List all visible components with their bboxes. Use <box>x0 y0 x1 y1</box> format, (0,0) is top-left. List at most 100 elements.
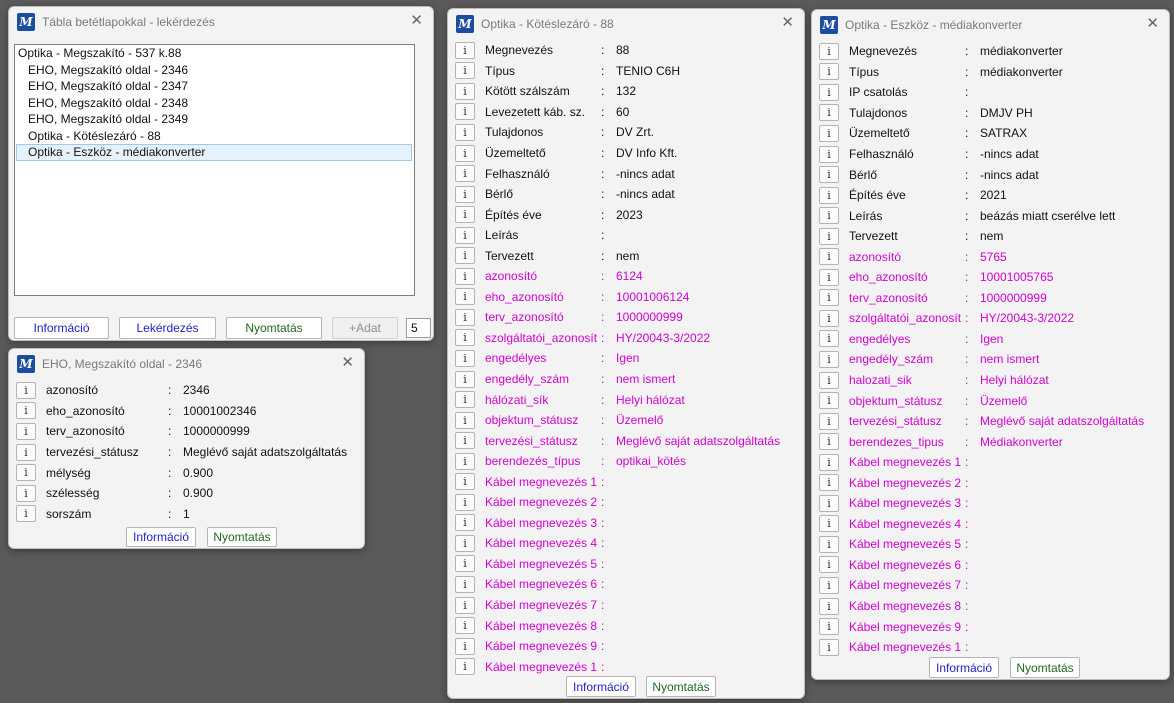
print-button[interactable]: Nyomtatás <box>646 676 716 697</box>
info-icon[interactable]: i <box>455 144 475 162</box>
info-icon[interactable]: i <box>16 422 36 440</box>
info-icon[interactable]: i <box>16 381 36 399</box>
info-icon[interactable]: i <box>455 62 475 80</box>
info-icon[interactable]: i <box>455 247 475 265</box>
title-bar[interactable]: M EHO, Megszakító oldal - 2346 ✕ <box>9 349 364 379</box>
list-item[interactable]: EHO, Megszakító oldal - 2347 <box>15 78 414 95</box>
info-icon[interactable]: i <box>819 474 839 492</box>
info-icon[interactable]: i <box>455 82 475 100</box>
info-icon[interactable]: i <box>455 329 475 347</box>
info-button[interactable]: Információ <box>14 317 109 339</box>
info-icon[interactable]: i <box>819 638 839 656</box>
list-item[interactable]: Optika - Eszköz - médiakonverter <box>16 144 412 161</box>
info-icon[interactable]: i <box>455 391 475 409</box>
info-icon[interactable]: i <box>819 309 839 327</box>
info-icon[interactable]: i <box>819 392 839 410</box>
attribute-label: Bérlő <box>849 167 878 182</box>
count-field[interactable]: 5 <box>406 318 431 338</box>
print-button[interactable]: Nyomtatás <box>1010 657 1080 678</box>
info-icon[interactable]: i <box>455 493 475 511</box>
info-icon[interactable]: i <box>16 505 36 523</box>
info-icon[interactable]: i <box>455 226 475 244</box>
info-icon[interactable]: i <box>819 556 839 574</box>
title-bar[interactable]: M Optika - Eszköz - médiakonverter ✕ <box>812 10 1169 40</box>
info-icon[interactable]: i <box>455 534 475 552</box>
attribute-separator: : <box>601 577 605 592</box>
close-icon[interactable]: ✕ <box>410 13 423 29</box>
info-icon[interactable]: i <box>455 432 475 450</box>
info-icon[interactable]: i <box>455 596 475 614</box>
info-icon[interactable]: i <box>819 453 839 471</box>
list-item[interactable]: EHO, Megszakító oldal - 2349 <box>15 111 414 128</box>
info-icon[interactable]: i <box>819 371 839 389</box>
info-icon[interactable]: i <box>16 464 36 482</box>
close-icon[interactable]: ✕ <box>341 355 354 371</box>
info-icon[interactable]: i <box>455 370 475 388</box>
info-icon[interactable]: i <box>819 227 839 245</box>
info-icon[interactable]: i <box>819 494 839 512</box>
info-icon[interactable]: i <box>819 330 839 348</box>
info-icon[interactable]: i <box>455 637 475 655</box>
info-icon[interactable]: i <box>455 123 475 141</box>
info-icon[interactable]: i <box>819 433 839 451</box>
info-icon[interactable]: i <box>819 618 839 636</box>
info-icon[interactable]: i <box>819 145 839 163</box>
list-item[interactable]: EHO, Megszakító oldal - 2348 <box>15 95 414 112</box>
info-icon[interactable]: i <box>819 104 839 122</box>
print-button[interactable]: Nyomtatás <box>207 527 277 547</box>
info-icon[interactable]: i <box>819 515 839 533</box>
info-icon[interactable]: i <box>455 575 475 593</box>
info-button[interactable]: Információ <box>929 657 999 678</box>
info-icon[interactable]: i <box>819 576 839 594</box>
info-icon[interactable]: i <box>819 42 839 60</box>
info-icon[interactable]: i <box>819 63 839 81</box>
query-button[interactable]: Lekérdezés <box>119 317 216 339</box>
list-item[interactable]: Optika - Megszakító - 537 k.88 <box>15 45 414 62</box>
info-icon[interactable]: i <box>819 248 839 266</box>
info-icon[interactable]: i <box>819 289 839 307</box>
info-icon[interactable]: i <box>455 185 475 203</box>
info-icon[interactable]: i <box>455 267 475 285</box>
info-icon[interactable]: i <box>455 308 475 326</box>
attribute-separator: : <box>965 434 969 449</box>
info-icon[interactable]: i <box>819 268 839 286</box>
list-item[interactable]: Optika - Kötéslezáró - 88 <box>15 128 414 145</box>
info-icon[interactable]: i <box>819 535 839 553</box>
info-icon[interactable]: i <box>819 350 839 368</box>
info-icon[interactable]: i <box>819 207 839 225</box>
info-icon[interactable]: i <box>819 412 839 430</box>
info-icon[interactable]: i <box>455 411 475 429</box>
info-icon[interactable]: i <box>819 83 839 101</box>
info-icon[interactable]: i <box>455 452 475 470</box>
info-icon[interactable]: i <box>455 349 475 367</box>
info-icon[interactable]: i <box>455 617 475 635</box>
info-icon[interactable]: i <box>455 514 475 532</box>
info-icon[interactable]: i <box>455 658 475 676</box>
info-button[interactable]: Információ <box>566 676 636 697</box>
close-icon[interactable]: ✕ <box>781 15 794 31</box>
info-icon[interactable]: i <box>455 165 475 183</box>
info-icon[interactable]: i <box>819 597 839 615</box>
info-icon[interactable]: i <box>455 555 475 573</box>
close-icon[interactable]: ✕ <box>1146 16 1159 32</box>
list-item[interactable]: EHO, Megszakító oldal - 2346 <box>15 62 414 79</box>
print-button[interactable]: Nyomtatás <box>226 317 322 339</box>
title-bar[interactable]: M Tábla betétlapokkal - lekérdezés ✕ <box>9 7 433 37</box>
add-data-button[interactable]: +Adat <box>332 317 398 339</box>
info-icon[interactable]: i <box>455 103 475 121</box>
title-bar[interactable]: M Optika - Kötéslezáró - 88 ✕ <box>448 9 804 39</box>
info-icon[interactable]: i <box>455 41 475 59</box>
info-icon[interactable]: i <box>455 473 475 491</box>
info-icon[interactable]: i <box>819 186 839 204</box>
info-icon[interactable]: i <box>16 484 36 502</box>
info-icon[interactable]: i <box>16 443 36 461</box>
info-icon[interactable]: i <box>819 124 839 142</box>
info-icon[interactable]: i <box>455 288 475 306</box>
info-icon[interactable]: i <box>455 206 475 224</box>
attribute-separator: : <box>965 537 969 552</box>
info-icon[interactable]: i <box>16 402 36 420</box>
info-button[interactable]: Információ <box>126 527 196 547</box>
result-list[interactable]: Optika - Megszakító - 537 k.88 EHO, Megsz… <box>14 44 415 296</box>
attribute-row: i terv_azonosító:1000000999 <box>16 421 358 442</box>
info-icon[interactable]: i <box>819 166 839 184</box>
